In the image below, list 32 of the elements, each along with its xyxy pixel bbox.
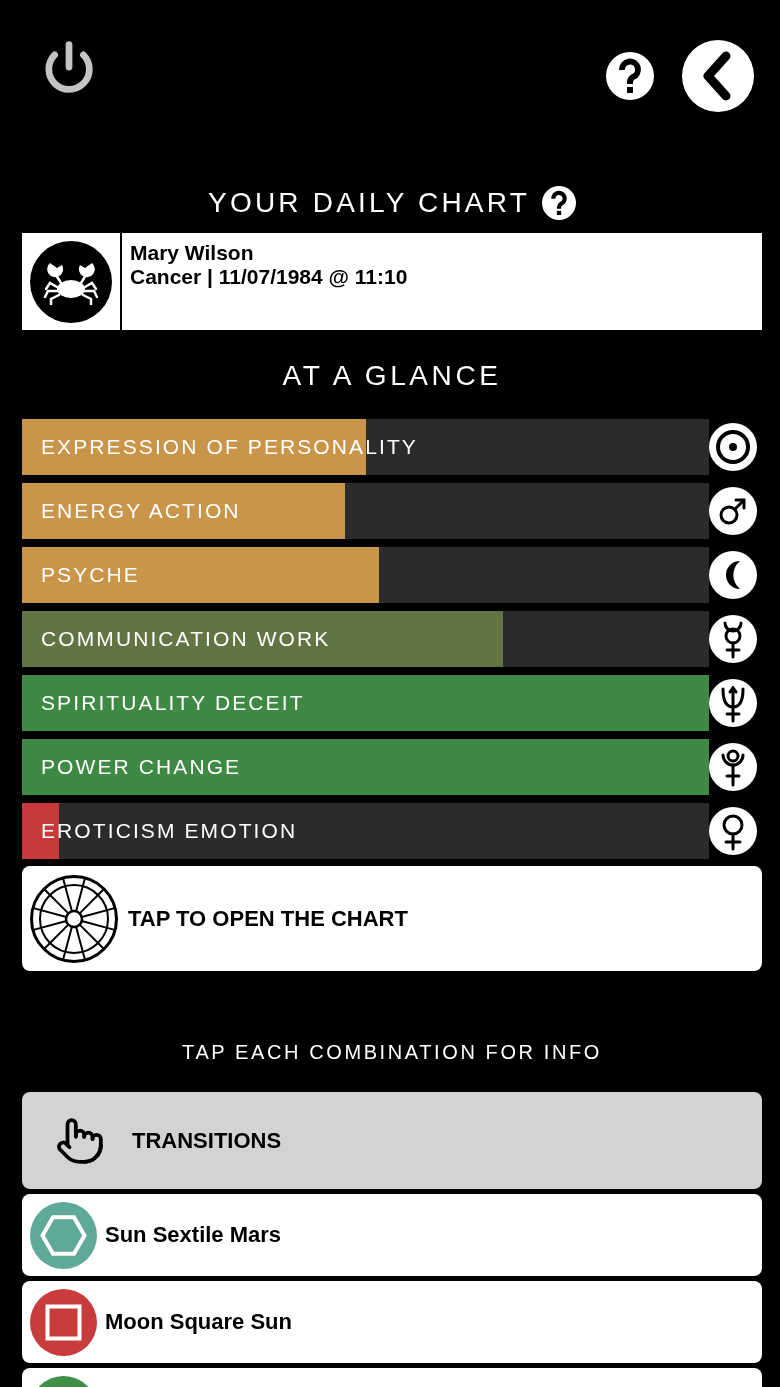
aspect-item[interactable]: Sun Sextile Mars <box>22 1194 762 1276</box>
open-chart-button[interactable]: TAP TO OPEN THE CHART <box>22 866 762 971</box>
circled-dot-icon <box>709 423 757 471</box>
chart-help-button[interactable] <box>541 186 576 220</box>
help-button[interactable] <box>606 52 654 100</box>
mercury-symbol-icon <box>709 615 757 663</box>
chart-wheel-icon <box>30 874 118 963</box>
help-icon <box>541 186 576 220</box>
power-icon <box>42 40 96 94</box>
bar-label: SPIRITUALITY DECEIT <box>41 691 305 715</box>
section-title: AT A GLANCE <box>281 359 503 393</box>
pointing-hand-icon <box>55 1115 105 1166</box>
female-symbol-icon <box>709 807 757 855</box>
aspect-item[interactable]: Moon Square Sun <box>22 1281 762 1363</box>
back-button[interactable] <box>682 40 754 112</box>
trident-icon <box>709 679 757 727</box>
male-symbol-icon <box>709 487 757 535</box>
section-title: TAP EACH COMBINATION FOR INFO <box>181 1040 603 1065</box>
transitions-button[interactable]: TRANSITIONS <box>22 1092 762 1189</box>
help-icon <box>606 52 654 100</box>
profile-details: Cancer | 11/07/1984 @ 11:10 <box>130 265 408 289</box>
page-title: YOUR DAILY CHART <box>208 186 530 220</box>
profile-name: Mary Wilson <box>130 241 255 265</box>
bar-label: COMMUNICATION WORK <box>41 627 331 651</box>
crescent-moon-icon <box>709 551 757 599</box>
bar-label: PSYCHE <box>41 563 140 587</box>
back-icon <box>682 40 754 112</box>
bar-label: POWER CHANGE <box>41 755 242 779</box>
pluto-symbol-icon <box>709 743 757 791</box>
crab-icon <box>30 241 112 323</box>
bar-label: ENERGY ACTION <box>41 499 241 523</box>
power-button[interactable] <box>42 40 96 94</box>
